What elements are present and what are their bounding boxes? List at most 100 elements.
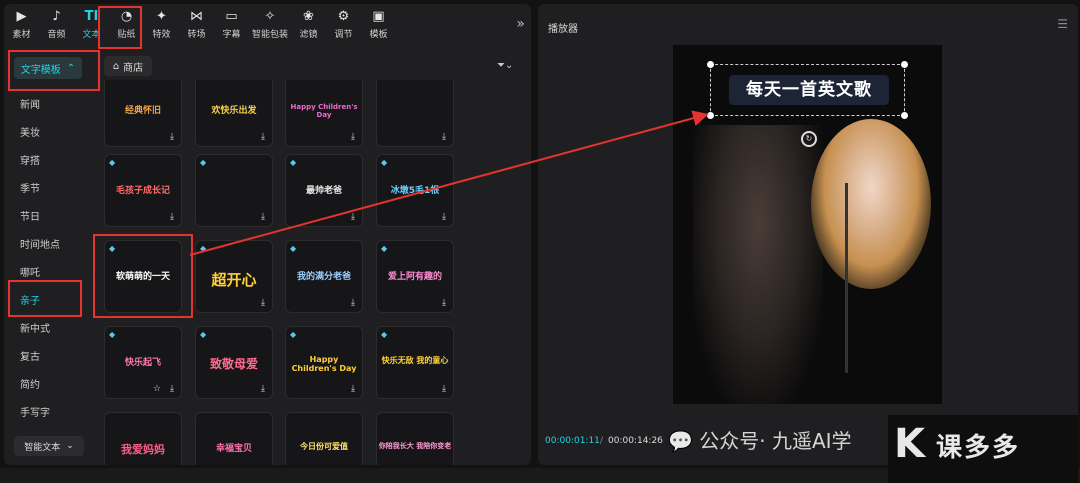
rotate-icon[interactable]: ↻ — [801, 131, 817, 147]
sidebar-item[interactable]: 手写字 — [20, 404, 50, 419]
diamond-icon: ◆ — [290, 158, 297, 167]
download-icon[interactable]: ⤓ — [258, 132, 268, 142]
store-button[interactable]: ⌂ 商店 — [104, 56, 152, 76]
time-separator: / — [600, 436, 604, 446]
tool-effects[interactable]: ✦ 特效 — [144, 4, 179, 46]
video-preview[interactable]: 每天一首英文歌 ↻ — [673, 45, 942, 404]
download-icon[interactable]: ⤓ — [167, 212, 177, 222]
template-card[interactable]: 幸福宝贝 — [195, 412, 273, 465]
template-card[interactable]: ◆ 超开心 ⤓ — [195, 240, 273, 313]
card-label: 冰墩5毛1根 — [390, 186, 440, 196]
resize-handle[interactable] — [901, 61, 908, 68]
overlay-title-text[interactable]: 每天一首英文歌 — [729, 75, 889, 105]
diamond-icon: ◆ — [381, 330, 388, 339]
subtitle-icon: ▭ — [225, 9, 238, 24]
template-card[interactable]: ◆ 毛孩子成长记 ⤓ — [104, 154, 182, 227]
highlight-selected-card — [93, 234, 193, 318]
star-icon[interactable]: ☆ — [153, 384, 161, 394]
sidebar-item[interactable]: 复古 — [20, 348, 40, 363]
template-card[interactable]: ◆ 快乐无敌 我的童心 ⤓ — [376, 326, 454, 399]
sidebar-item[interactable]: 穿搭 — [20, 152, 40, 167]
tool-media[interactable]: ▶ 素材 — [4, 4, 39, 46]
template-card[interactable]: ◆ 冰墩5毛1根 ⤓ — [376, 154, 454, 227]
filter-sort-icon[interactable]: ⏷⌄ — [497, 60, 513, 71]
mic-stand — [845, 183, 848, 373]
download-icon[interactable]: ⤓ — [258, 212, 268, 222]
background-figure — [693, 125, 823, 404]
watermark-logo: K 课多多 — [888, 415, 1078, 483]
download-icon[interactable]: ⤓ — [258, 384, 268, 394]
download-icon[interactable]: ⤓ — [167, 384, 177, 394]
download-icon[interactable]: ⤓ — [348, 132, 358, 142]
download-icon[interactable]: ⤓ — [439, 212, 449, 222]
tool-adjust[interactable]: ⚙ 调节 — [326, 4, 361, 46]
sidebar-item[interactable]: 节日 — [20, 208, 40, 223]
watermark-label: 公众号· 九遥AI学 — [699, 429, 852, 453]
tool-label: 转场 — [187, 30, 206, 40]
wechat-icon: 💬 — [668, 429, 693, 453]
template-card[interactable]: 你陪我长大 我陪你变老 — [376, 412, 454, 465]
card-label: 经典怀旧 — [124, 106, 161, 116]
sidebar-item[interactable]: 新闻 — [20, 96, 40, 111]
download-icon[interactable]: ⤓ — [348, 384, 358, 394]
card-label: Happy Children's Day — [291, 355, 357, 373]
store-label: 商店 — [123, 62, 144, 74]
current-time: 00:00:01:11 — [545, 436, 600, 446]
template-card[interactable]: 欢快乐出发 ⤓ — [195, 80, 273, 147]
resize-handle[interactable] — [901, 112, 908, 119]
template-card[interactable]: ◆ 快乐起飞 ☆ ⤓ — [104, 326, 182, 399]
template-card[interactable]: 我爱妈妈 — [104, 412, 182, 465]
template-card[interactable]: 今日份可爱值 — [285, 412, 363, 465]
logo-text: 课多多 — [936, 433, 1021, 463]
template-card[interactable]: ◆ 我的满分老爸 ⤓ — [285, 240, 363, 313]
card-label: Happy Children's Day — [290, 103, 358, 119]
template-card[interactable]: ◆ ⤓ — [195, 154, 273, 227]
resize-handle[interactable] — [707, 112, 714, 119]
tool-filter[interactable]: ❀ 滤镜 — [291, 4, 326, 46]
template-card[interactable]: Happy Children's Day ⤓ — [285, 80, 363, 147]
sidebar-item[interactable]: 季节 — [20, 180, 40, 195]
diamond-icon: ◆ — [381, 244, 388, 253]
card-label: 快乐无敌 我的童心 — [381, 356, 449, 365]
sidebar-item[interactable]: 简约 — [20, 376, 40, 391]
template-card[interactable]: ◆ Happy Children's Day ⤓ — [285, 326, 363, 399]
sidebar-item[interactable]: 时间地点 — [20, 236, 60, 251]
tool-label: 滤镜 — [299, 30, 318, 40]
template-card[interactable]: ◆ 最帅老爸 ⤓ — [285, 154, 363, 227]
text-icon: TI — [84, 9, 99, 24]
template-card[interactable]: ⤓ — [376, 80, 454, 147]
tool-label: 模板 — [369, 30, 388, 40]
smart-pack-icon: ✧ — [264, 9, 276, 24]
template-card[interactable]: ◆ 致敬母爱 ⤓ — [195, 326, 273, 399]
diamond-icon: ◆ — [109, 158, 116, 167]
tool-template[interactable]: ▣ 模板 — [361, 4, 396, 46]
card-label: 我爱妈妈 — [121, 443, 165, 456]
tool-transition[interactable]: ⋈ 转场 — [179, 4, 214, 46]
tool-audio[interactable]: ♪ 音频 — [39, 4, 74, 46]
download-icon[interactable]: ⤓ — [348, 212, 358, 222]
sidebar-item[interactable]: 美妆 — [20, 124, 40, 139]
menu-icon[interactable]: ☰ — [1057, 17, 1068, 31]
player-panel: 播放器 ☰ 每天一首英文歌 ↻ 00:00:01:11 / 00:00:14:2… — [538, 4, 1078, 465]
tool-label: 字幕 — [222, 30, 241, 40]
sidebar-item[interactable]: 哪吒 — [20, 264, 40, 279]
tool-smart-pack[interactable]: ✧ 智能包装 — [249, 4, 291, 46]
smart-text-label: 智能文本 — [24, 442, 61, 453]
card-label: 爱上阿有趣的 — [387, 272, 442, 282]
sidebar-item[interactable]: 新中式 — [20, 320, 50, 335]
tool-subtitle[interactable]: ▭ 字幕 — [214, 4, 249, 46]
player-title: 播放器 — [548, 24, 578, 35]
download-icon[interactable]: ⤓ — [348, 298, 358, 308]
more-icon[interactable]: » — [516, 16, 525, 32]
text-selection-box[interactable]: 每天一首英文歌 — [707, 61, 908, 119]
template-card[interactable]: ◆ 爱上阿有趣的 ⤓ — [376, 240, 454, 313]
download-icon[interactable]: ⤓ — [258, 298, 268, 308]
singer-image — [811, 119, 931, 289]
template-card[interactable]: 经典怀旧 ⤓ — [104, 80, 182, 147]
resize-handle[interactable] — [707, 61, 714, 68]
download-icon[interactable]: ⤓ — [439, 384, 449, 394]
smart-text-dropdown[interactable]: 智能文本 ⌄ — [14, 436, 84, 456]
download-icon[interactable]: ⤓ — [439, 298, 449, 308]
download-icon[interactable]: ⤓ — [439, 132, 449, 142]
download-icon[interactable]: ⤓ — [167, 132, 177, 142]
